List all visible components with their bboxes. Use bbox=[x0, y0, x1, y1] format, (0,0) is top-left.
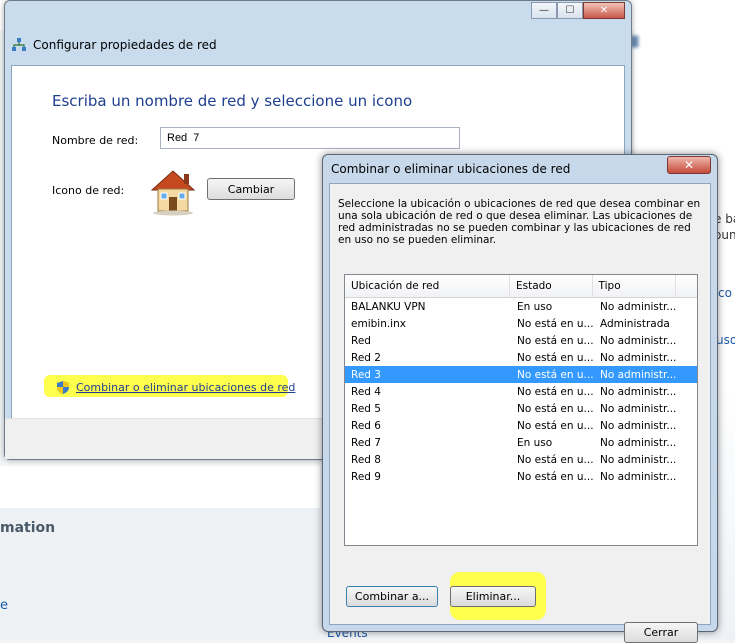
background-text-fragment: uso bbox=[716, 333, 735, 347]
merge-delete-locations-link[interactable]: Combinar o eliminar ubicaciones de red bbox=[76, 381, 295, 394]
window-title: Configurar propiedades de red bbox=[33, 38, 217, 52]
location-cell: Red 7 bbox=[351, 436, 381, 449]
state-cell: No está en u... bbox=[517, 317, 594, 330]
merge-delete-dialog: Combinar o eliminar ubicaciones de red ✕… bbox=[322, 154, 718, 643]
type-cell: No administr... bbox=[600, 402, 677, 415]
column-header-location[interactable]: Ubicación de red bbox=[345, 275, 510, 297]
location-cell: Red 4 bbox=[351, 385, 381, 398]
merge-button[interactable]: Combinar a... bbox=[346, 586, 438, 607]
table-row[interactable]: Red 7 En uso No administr... bbox=[345, 434, 697, 451]
dialog-close-icon[interactable]: ✕ bbox=[667, 156, 711, 174]
table-row[interactable]: Red 3 No está en u... No administr... bbox=[345, 366, 697, 383]
network-name-input[interactable] bbox=[160, 127, 460, 149]
type-cell: No administr... bbox=[600, 385, 677, 398]
location-cell: Red 8 bbox=[351, 453, 381, 466]
state-cell: No está en u... bbox=[517, 402, 594, 415]
list-header: Ubicación de red Estado Tipo bbox=[345, 275, 697, 298]
background-link[interactable]: e bbox=[0, 598, 8, 613]
table-row[interactable]: Red 4 No está en u... No administr... bbox=[345, 383, 697, 400]
caption-buttons: — ☐ ✕ bbox=[531, 2, 625, 19]
state-cell: No está en u... bbox=[517, 419, 594, 432]
network-icon bbox=[12, 38, 26, 51]
state-cell: En uso bbox=[517, 436, 553, 449]
location-cell: emibin.inx bbox=[351, 317, 406, 330]
table-row[interactable]: Red 6 No está en u... No administr... bbox=[345, 417, 697, 434]
location-cell: Red 2 bbox=[351, 351, 381, 364]
state-cell: No está en u... bbox=[517, 385, 594, 398]
type-cell: No administr... bbox=[600, 436, 677, 449]
location-cell: Red 9 bbox=[351, 470, 381, 483]
shield-icon bbox=[57, 381, 69, 394]
maximize-button[interactable]: ☐ bbox=[557, 2, 583, 19]
location-cell: Red 3 bbox=[351, 368, 381, 381]
list-rows: BALANKU VPN En uso No administr... emibin.i… bbox=[345, 298, 697, 485]
type-cell: No administr... bbox=[600, 300, 677, 313]
location-cell: BALANKU VPN bbox=[351, 300, 426, 313]
type-cell: Administrada bbox=[600, 317, 670, 330]
state-cell: No está en u... bbox=[517, 368, 594, 381]
location-cell: Red 5 bbox=[351, 402, 381, 415]
state-cell: No está en u... bbox=[517, 334, 594, 347]
type-cell: No administr... bbox=[600, 334, 677, 347]
delete-button[interactable]: Eliminar... bbox=[450, 586, 536, 607]
column-header-filler bbox=[676, 275, 697, 297]
state-cell: No está en u... bbox=[517, 470, 594, 483]
state-cell: No está en u... bbox=[517, 453, 594, 466]
type-cell: No administr... bbox=[600, 368, 677, 381]
house-icon bbox=[150, 170, 196, 216]
close-button[interactable]: ✕ bbox=[583, 2, 625, 19]
network-icon-label: Icono de red: bbox=[52, 184, 125, 197]
change-icon-button[interactable]: Cambiar bbox=[207, 178, 295, 200]
column-header-type[interactable]: Tipo bbox=[593, 275, 677, 297]
network-locations-list[interactable]: Ubicación de red Estado Tipo BALANKU VPN… bbox=[344, 274, 698, 546]
location-cell: Red 6 bbox=[351, 419, 381, 432]
dialog-description: Seleccione la ubicación o ubicaciones de… bbox=[338, 198, 701, 246]
page-heading: Escriba un nombre de red y seleccione un… bbox=[52, 92, 413, 110]
state-cell: No está en u... bbox=[517, 351, 594, 364]
background-text-fragment: co bbox=[718, 286, 732, 300]
network-name-label: Nombre de red: bbox=[52, 134, 139, 147]
type-cell: No administr... bbox=[600, 453, 677, 466]
table-row[interactable]: Red 2 No está en u... No administr... bbox=[345, 349, 697, 366]
dialog-title: Combinar o eliminar ubicaciones de red bbox=[331, 162, 571, 176]
table-row[interactable]: Red No está en u... No administr... bbox=[345, 332, 697, 349]
state-cell: En uso bbox=[517, 300, 553, 313]
table-row[interactable]: BALANKU VPN En uso No administr... bbox=[345, 298, 697, 315]
merge-link-row[interactable]: Combinar o eliminar ubicaciones de red bbox=[56, 380, 295, 395]
column-header-state[interactable]: Estado bbox=[510, 275, 593, 297]
location-cell: Red bbox=[351, 334, 371, 347]
table-row[interactable]: Red 5 No está en u... No administr... bbox=[345, 400, 697, 417]
type-cell: No administr... bbox=[600, 351, 677, 364]
window-caption: — ☐ ✕ Configurar propiedades de red bbox=[5, 1, 631, 65]
dialog-content: Seleccione la ubicación o ubicaciones de… bbox=[329, 183, 711, 643]
window-title-bar: Configurar propiedades de red bbox=[11, 37, 217, 53]
type-cell: No administr... bbox=[600, 470, 677, 483]
table-row[interactable]: Red 8 No está en u... No administr... bbox=[345, 451, 697, 468]
table-row[interactable]: emibin.inx No está en u... Administrada bbox=[345, 315, 697, 332]
type-cell: No administr... bbox=[600, 419, 677, 432]
minimize-button[interactable]: — bbox=[531, 2, 557, 19]
table-row[interactable]: Red 9 No está en u... No administr... bbox=[345, 468, 697, 485]
background-section-title: mation bbox=[0, 520, 56, 536]
